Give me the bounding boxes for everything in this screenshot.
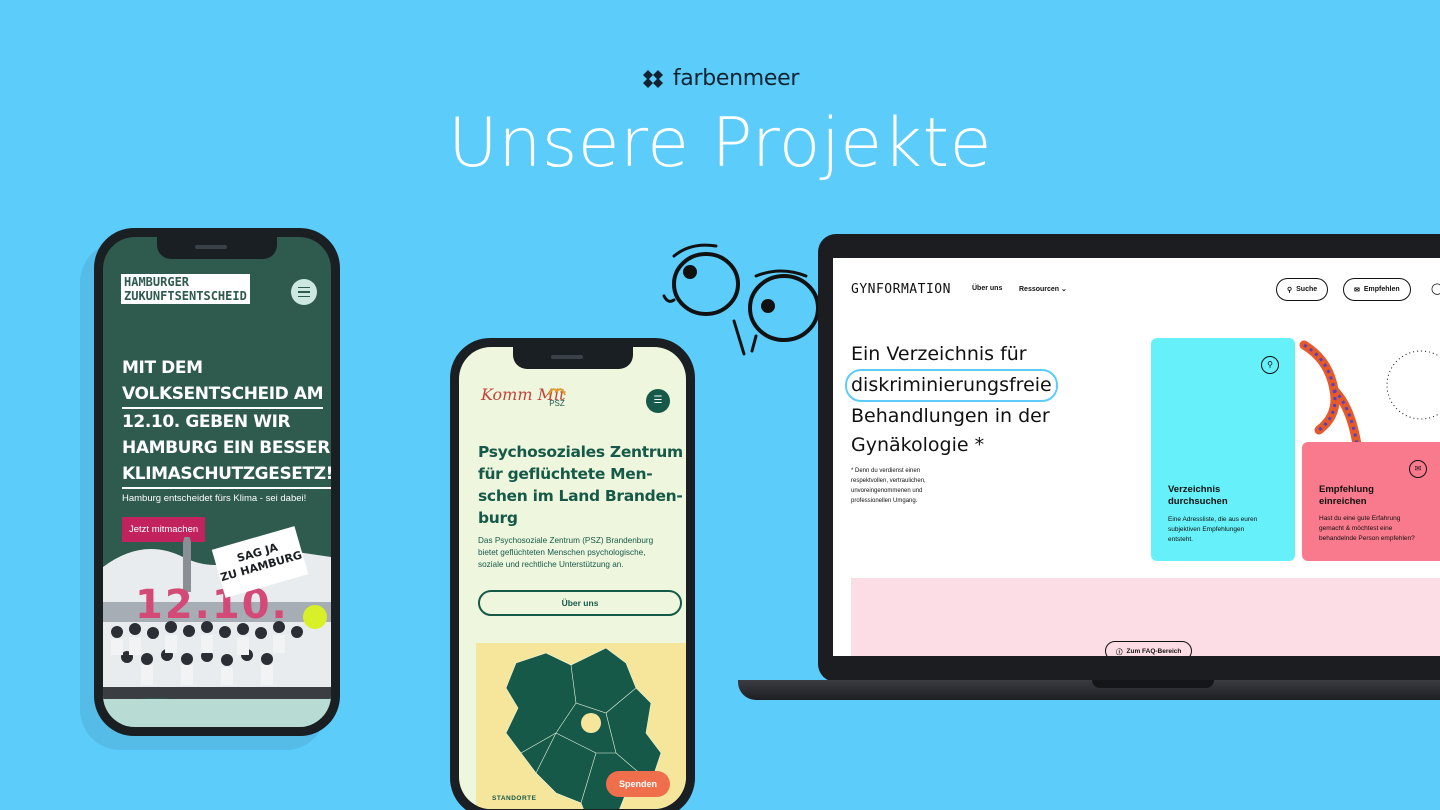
hamburg-date: 12.10.	[135, 582, 289, 628]
eyes-doodle-icon	[662, 243, 820, 356]
psz-label: PSZ	[549, 399, 565, 408]
hamburg-title-line: 12.10. GEBEN WIR	[122, 412, 291, 432]
locations-label: STANDORTE	[492, 795, 537, 802]
laptop-hinge-notch	[1092, 680, 1214, 688]
globe-icon[interactable]: ◯	[1431, 282, 1440, 295]
gynformation-logo[interactable]: GYNFORMATION	[851, 282, 951, 297]
faq-button[interactable]: ⓘ Zum FAQ-Bereich	[1105, 641, 1193, 656]
hamburg-menu-icon[interactable]	[291, 279, 317, 305]
card-title: Verzeichnis durchsuchen	[1168, 484, 1228, 508]
kommmit-description-line: Das Psychosoziale Zentrum (PSZ) Brandenb…	[478, 536, 654, 545]
gynformation-title-line: Gynäkologie *	[851, 434, 985, 456]
kommmit-title: Psychosoziales Zentrum für geflüchtete M…	[478, 441, 683, 529]
search-directory-card[interactable]: ⚲ Verzeichnis durchsuchen Eine Adresslis…	[1151, 338, 1295, 561]
faq-button-label: Zum FAQ-Bereich	[1126, 647, 1182, 655]
footnote-line: unvoreingenommenen und	[851, 488, 923, 494]
footnote-line: * Denn du verdienst einen	[851, 468, 921, 474]
kommmit-description-line: bietet geflüchteten Menschen psychologis…	[478, 548, 646, 557]
card-text: Hast du eine gute Erfahrung gemacht & mö…	[1319, 514, 1415, 544]
nav-about[interactable]: Über uns	[972, 285, 1002, 292]
hamburg-subtitle: Hamburg entscheidet fürs Klima - sei dab…	[122, 493, 307, 504]
card-text: Eine Adressliste, die aus euren subjekti…	[1168, 515, 1257, 545]
nav-resources-label: Ressourcen	[1019, 286, 1060, 293]
phone-kommmit: Komm Mit PSZ ☰ Psychosoziales Zentrum fü…	[450, 338, 695, 810]
nav-resources[interactable]: Ressourcen ⌄	[1019, 285, 1067, 293]
psz-logo: PSZ	[547, 385, 567, 408]
card-text-line: entsteht.	[1168, 536, 1193, 543]
gynformation-title-line: Ein Verzeichnis für	[851, 343, 1027, 365]
kommmit-title-line: schen im Land Branden-	[478, 487, 683, 505]
hamburg-footer-wave	[103, 699, 331, 727]
card-title-line: durchsuchen	[1168, 496, 1228, 507]
farbenmeer-logo-icon	[642, 69, 663, 88]
hamburg-title-line: HAMBURG EIN BESSERES	[122, 438, 331, 458]
phone-notch	[512, 347, 633, 369]
megaphone-icon: ✉	[1409, 460, 1427, 478]
kommmit-title-line: burg	[478, 509, 518, 527]
kommmit-menu-icon[interactable]: ☰	[646, 389, 670, 413]
hamburg-title: MIT DEM VOLKSENTSCHEID AM 12.10. GEBEN W…	[122, 355, 331, 489]
footnote-line: respektvollen, vertraulichen,	[851, 478, 926, 484]
search-button[interactable]: ⚲ Suche	[1276, 278, 1329, 301]
card-text-line: gemacht & möchtest eine	[1319, 525, 1393, 532]
card-text-line: behandelnde Person empfehlen?	[1319, 535, 1415, 542]
search-button-label: Suche	[1296, 286, 1318, 293]
card-text-line: Eine Adressliste, die aus euren	[1168, 516, 1258, 523]
donate-button[interactable]: Spenden	[605, 771, 670, 797]
brand: farbenmeer	[0, 66, 1440, 91]
recommend-button-label: Empfehlen	[1363, 286, 1400, 293]
about-us-button[interactable]: Über uns	[478, 590, 682, 616]
question-icon: ⓘ	[1116, 649, 1123, 656]
footnote-line: professionellen Umgang.	[851, 498, 918, 504]
submit-recommendation-card[interactable]: ✉ Empfehlung einreichen Hast du eine gut…	[1302, 442, 1440, 561]
search-icon: ⚲	[1287, 286, 1293, 294]
chevron-down-icon: ⌄	[1061, 286, 1067, 293]
phone-hamburg-screen: HAMBURGER ZUKUNFTSENTSCHEID MIT DEM VOLK…	[103, 237, 331, 727]
phone-notch	[157, 237, 277, 259]
card-title-line: einreichen	[1319, 496, 1367, 507]
megaphone-icon: ✉	[1354, 286, 1360, 294]
hamburg-logo[interactable]: HAMBURGER ZUKUNFTSENTSCHEID	[121, 274, 250, 304]
recommend-button[interactable]: ✉ Empfehlen	[1343, 278, 1411, 301]
page-headline: Unsere Projekte	[447, 104, 993, 183]
brand-name: farbenmeer	[672, 66, 800, 91]
kommmit-title-line: Psychosoziales Zentrum	[478, 443, 683, 461]
kommmit-title-line: für geflüchtete Men-	[478, 465, 653, 483]
laptop-base	[738, 680, 1440, 700]
card-title-line: Verzeichnis	[1168, 484, 1221, 495]
gynformation-title: Ein Verzeichnis für diskriminierungsfrei…	[845, 340, 1058, 460]
hamburg-title-line: KLIMASCHUTZGESETZ!	[122, 461, 331, 489]
gynformation-screen: GYNFORMATION Über uns Ressourcen ⌄ ⚲ Suc…	[833, 258, 1440, 656]
phone-kommmit-screen: Komm Mit PSZ ☰ Psychosoziales Zentrum fü…	[459, 347, 686, 809]
card-title: Empfehlung einreichen	[1319, 484, 1374, 508]
card-text-line: Hast du eine gute Erfahrung	[1319, 515, 1401, 522]
hamburg-title-line: VOLKSENTSCHEID AM	[122, 381, 324, 409]
hamburg-logo-line1: HAMBURGER	[124, 275, 190, 289]
card-text-line: subjektiven Empfehlungen	[1168, 526, 1245, 533]
gynformation-footnote: * Denn du verdienst einen respektvollen,…	[851, 466, 961, 506]
gynformation-title-line: Behandlungen in der	[851, 405, 1050, 427]
card-title-line: Empfehlung	[1319, 484, 1374, 495]
psz-emblem-icon	[548, 388, 566, 396]
kommmit-description-line: soziale und rechtliche Unterstützung an.	[478, 560, 624, 569]
hamburg-logo-line2: ZUKUNFTSENTSCHEID	[124, 289, 247, 303]
hamburg-title-line: MIT DEM	[122, 358, 203, 378]
kommmit-description: Das Psychosoziale Zentrum (PSZ) Brandenb…	[478, 535, 668, 571]
search-icon: ⚲	[1261, 356, 1279, 374]
gynformation-title-highlight: diskriminierungsfreie	[845, 369, 1058, 402]
phone-hamburg: HAMBURGER ZUKUNFTSENTSCHEID MIT DEM VOLK…	[94, 228, 340, 736]
